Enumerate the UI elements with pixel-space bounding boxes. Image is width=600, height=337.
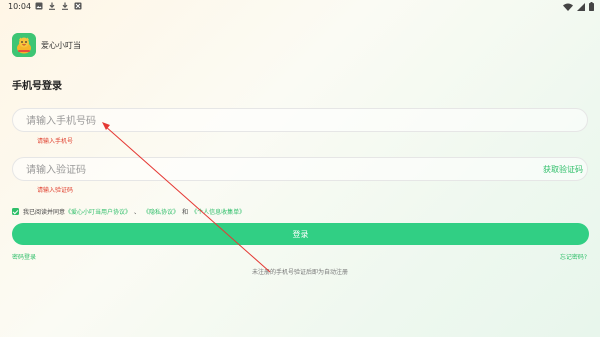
annotation-arrow [102, 122, 271, 273]
